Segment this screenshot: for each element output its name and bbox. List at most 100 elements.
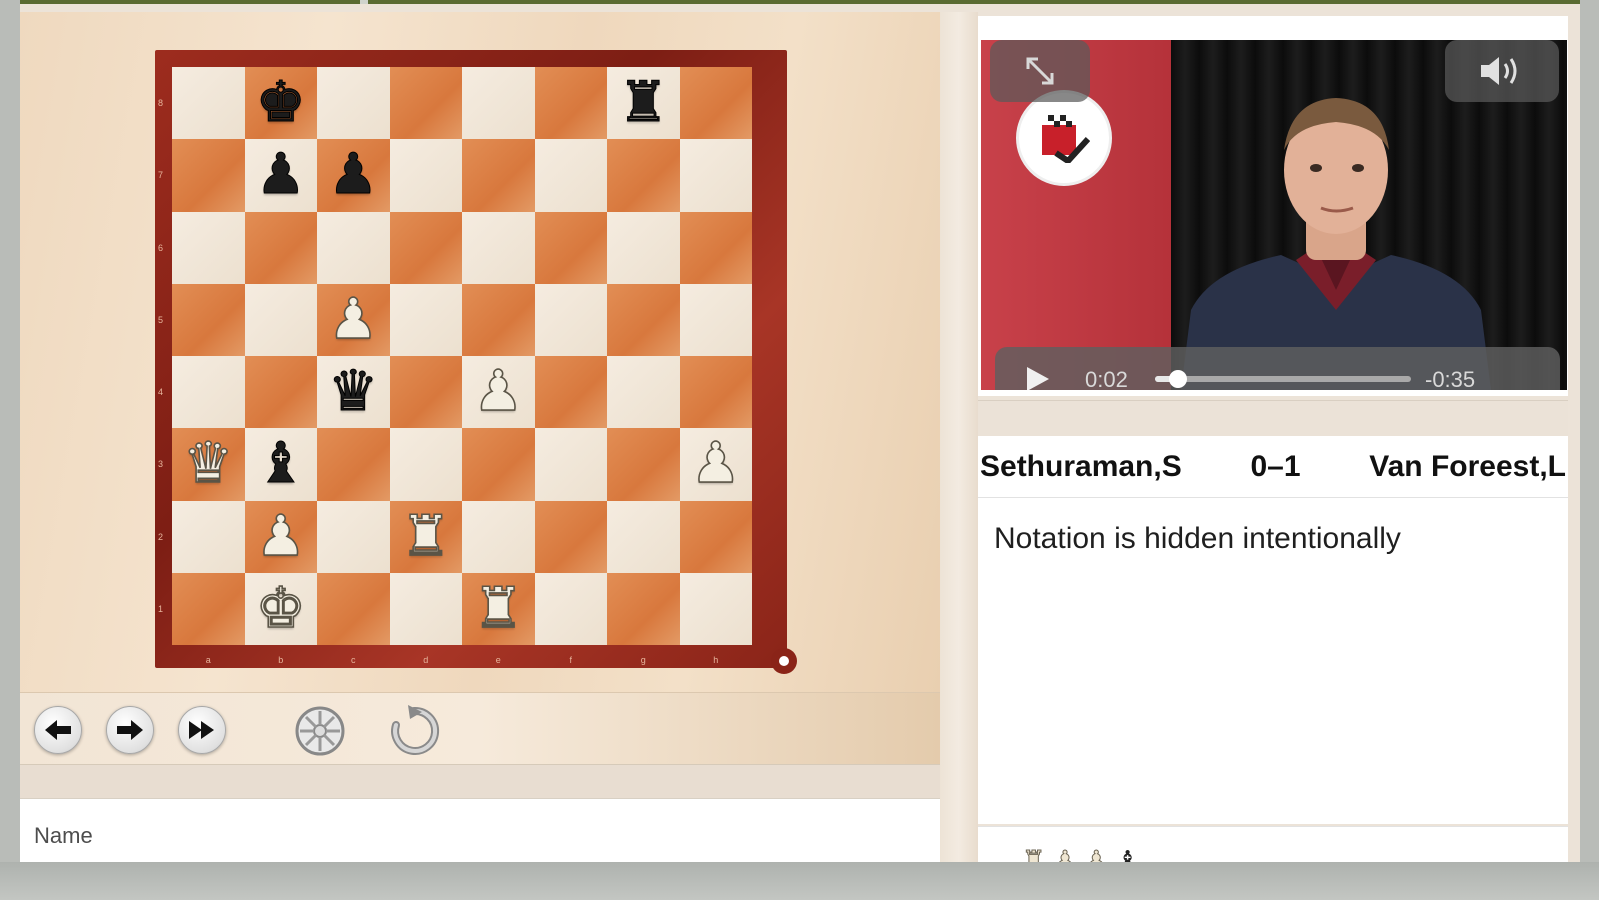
square-f6[interactable]: [534, 211, 607, 284]
arrow-right-icon: [117, 720, 143, 740]
black-queen-icon[interactable]: ♛: [328, 363, 379, 420]
square-d7[interactable]: [389, 139, 462, 212]
square-d8[interactable]: [389, 67, 462, 140]
square-e4[interactable]: ♟: [462, 356, 535, 429]
square-d4[interactable]: [389, 356, 462, 429]
square-b6[interactable]: [244, 211, 317, 284]
square-f5[interactable]: [534, 283, 607, 356]
square-e1[interactable]: ♜: [462, 572, 535, 645]
play-icon[interactable]: [1023, 365, 1051, 390]
square-c8[interactable]: [317, 67, 390, 140]
chess-board[interactable]: ♚ ♜ ♟ ♟ ♟ ♛ ♟ ♛ ♝ ♟ ♟ ♜ ♚ ♜: [172, 67, 752, 645]
square-e3[interactable]: [462, 428, 535, 501]
black-pawn-icon[interactable]: ♟: [255, 146, 306, 203]
square-g4[interactable]: [607, 356, 680, 429]
square-g3[interactable]: [607, 428, 680, 501]
square-b1[interactable]: ♚: [244, 572, 317, 645]
square-c7[interactable]: ♟: [317, 139, 390, 212]
square-h2[interactable]: [679, 500, 752, 573]
square-g2[interactable]: [607, 500, 680, 573]
square-a6[interactable]: [172, 211, 245, 284]
name-field[interactable]: Name: [20, 798, 940, 866]
white-pawn-icon[interactable]: ♟: [255, 507, 307, 565]
square-a5[interactable]: [172, 283, 245, 356]
panel-divider[interactable]: [940, 12, 978, 884]
square-g5[interactable]: [607, 283, 680, 356]
square-f7[interactable]: [534, 139, 607, 212]
square-f4[interactable]: [534, 356, 607, 429]
square-h3[interactable]: ♟: [679, 428, 752, 501]
white-pawn-icon[interactable]: ♟: [327, 291, 379, 349]
square-a4[interactable]: [172, 356, 245, 429]
square-d6[interactable]: [389, 211, 462, 284]
video-frame[interactable]: 0:02 -0:35: [981, 40, 1567, 390]
square-h6[interactable]: [679, 211, 752, 284]
square-b8[interactable]: ♚: [244, 67, 317, 140]
square-a1[interactable]: [172, 572, 245, 645]
square-e6[interactable]: [462, 211, 535, 284]
black-bishop-icon[interactable]: ♝: [255, 435, 306, 492]
black-pawn-icon[interactable]: ♟: [328, 146, 379, 203]
white-pawn-icon[interactable]: ♟: [472, 363, 524, 421]
square-h7[interactable]: [679, 139, 752, 212]
square-b4[interactable]: [244, 356, 317, 429]
white-rook-icon[interactable]: ♜: [472, 580, 524, 638]
square-c1[interactable]: [317, 572, 390, 645]
white-queen-icon[interactable]: ♛: [182, 435, 234, 493]
square-e8[interactable]: [462, 67, 535, 140]
black-rook-icon[interactable]: ♜: [618, 74, 669, 131]
square-h8[interactable]: [679, 67, 752, 140]
square-f8[interactable]: [534, 67, 607, 140]
square-b2[interactable]: ♟: [244, 500, 317, 573]
square-h1[interactable]: [679, 572, 752, 645]
seek-bar[interactable]: [1155, 370, 1411, 388]
black-king-icon[interactable]: ♚: [255, 74, 306, 131]
square-a8[interactable]: [172, 67, 245, 140]
square-d3[interactable]: [389, 428, 462, 501]
square-d2[interactable]: ♜: [389, 500, 462, 573]
flip-board-button[interactable]: [386, 703, 442, 759]
square-f2[interactable]: [534, 500, 607, 573]
square-g1[interactable]: [607, 572, 680, 645]
video-player[interactable]: 0:02 -0:35: [978, 16, 1568, 396]
board-resize-handle[interactable]: [771, 648, 797, 674]
white-pawn-icon[interactable]: ♟: [690, 435, 742, 493]
square-b3[interactable]: ♝: [244, 428, 317, 501]
square-c5[interactable]: ♟: [317, 283, 390, 356]
square-d5[interactable]: [389, 283, 462, 356]
square-c4[interactable]: ♛: [317, 356, 390, 429]
square-a3[interactable]: ♛: [172, 428, 245, 501]
square-h5[interactable]: [679, 283, 752, 356]
square-g7[interactable]: [607, 139, 680, 212]
square-h4[interactable]: [679, 356, 752, 429]
white-king-icon[interactable]: ♚: [255, 580, 307, 638]
square-f3[interactable]: [534, 428, 607, 501]
square-g8[interactable]: ♜: [607, 67, 680, 140]
square-c2[interactable]: [317, 500, 390, 573]
square-e5[interactable]: [462, 283, 535, 356]
mute-button[interactable]: [1445, 40, 1559, 102]
square-d1[interactable]: [389, 572, 462, 645]
presenter-image: [1181, 98, 1491, 390]
remaining-time: -0:35: [1425, 367, 1476, 390]
square-b5[interactable]: [244, 283, 317, 356]
square-c6[interactable]: [317, 211, 390, 284]
seek-handle[interactable]: [1169, 370, 1188, 388]
square-c3[interactable]: [317, 428, 390, 501]
white-player: Sethuraman,S: [980, 449, 1182, 483]
square-e2[interactable]: [462, 500, 535, 573]
square-f1[interactable]: [534, 572, 607, 645]
rank-labels: 8 7 6 5 4 3 2 1: [158, 67, 163, 645]
previous-move-button[interactable]: [34, 706, 82, 754]
wheel-icon: [295, 706, 345, 756]
square-b7[interactable]: ♟: [244, 139, 317, 212]
fullscreen-button[interactable]: [990, 40, 1090, 102]
engine-button[interactable]: [292, 703, 348, 759]
square-a7[interactable]: [172, 139, 245, 212]
square-e7[interactable]: [462, 139, 535, 212]
square-a2[interactable]: [172, 500, 245, 573]
last-move-button[interactable]: [178, 706, 226, 754]
next-move-button[interactable]: [106, 706, 154, 754]
white-rook-icon[interactable]: ♜: [400, 507, 452, 565]
square-g6[interactable]: [607, 211, 680, 284]
